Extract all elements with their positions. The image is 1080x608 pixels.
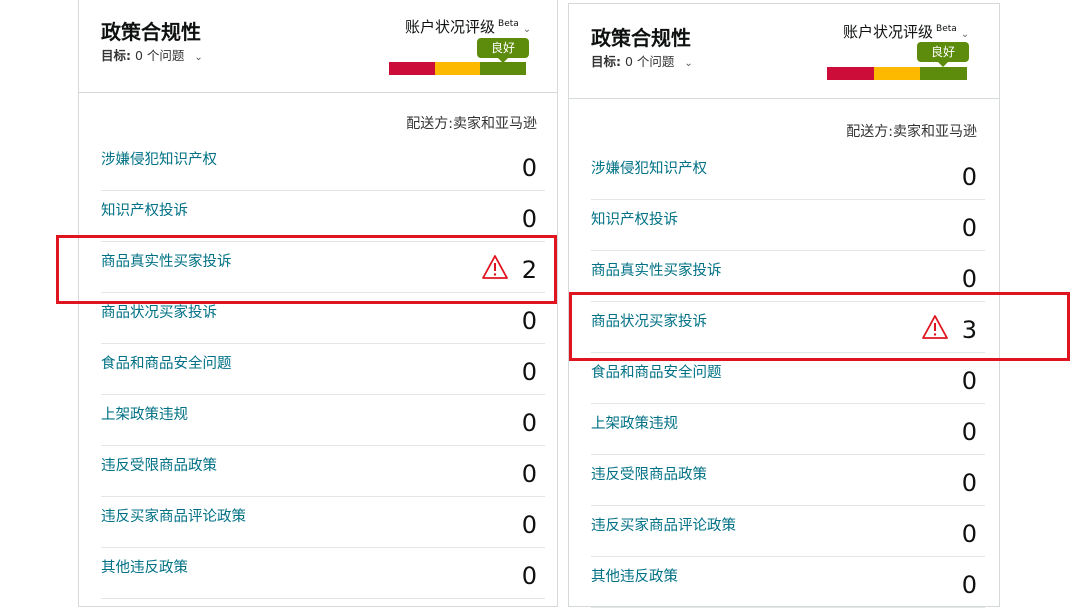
metric-count: 0: [521, 307, 537, 335]
metric-count: 0: [521, 409, 537, 437]
chevron-down-icon: ⌄: [194, 52, 203, 63]
metric-link[interactable]: 上架政策违规: [101, 403, 188, 424]
metric-count: 0: [961, 367, 977, 395]
header-divider: [79, 92, 557, 93]
rating-label: 账户状况评级: [405, 18, 496, 36]
metric-row: 涉嫌侵犯知识产权 0: [101, 140, 545, 191]
metric-link[interactable]: 违反买家商品评论政策: [101, 505, 246, 526]
metric-link[interactable]: 食品和商品安全问题: [591, 361, 722, 382]
metric-link[interactable]: 涉嫌侵犯知识产权: [101, 148, 217, 169]
metric-count: 0: [521, 511, 537, 539]
goal-value: 0 个问题: [134, 48, 185, 63]
metric-row: 其他违反政策 0: [591, 557, 985, 608]
metric-count: 0: [521, 460, 537, 488]
metric-link[interactable]: 知识产权投诉: [591, 208, 678, 229]
rating-bar-red: [389, 62, 435, 75]
metric-link[interactable]: 知识产权投诉: [101, 199, 188, 220]
beta-tag: Beta: [498, 19, 519, 29]
rating-bar-green: [920, 67, 968, 80]
goal-label: 目标:: [591, 54, 621, 69]
metric-row: 涉嫌侵犯知识产权 0: [591, 149, 985, 200]
rating-bar-yellow: [873, 67, 921, 80]
metric-row: 上架政策违规 0: [591, 404, 985, 455]
rating-bar-red: [827, 67, 874, 80]
rating-status-badge: 良好: [477, 38, 529, 63]
metric-row: 违反买家商品评论政策 0: [591, 506, 985, 557]
rating-bar: [827, 67, 968, 80]
fulfillment-label: 配送方:卖家和亚马逊: [406, 116, 537, 132]
metric-count: 0: [961, 571, 977, 599]
rating-bar-yellow: [434, 62, 481, 75]
metric-link[interactable]: 违反受限商品政策: [101, 454, 217, 475]
goal-dropdown[interactable]: 目标: 0 个问题 ⌄: [591, 51, 693, 70]
metric-link[interactable]: 上架政策违规: [591, 412, 678, 433]
metric-row: 违反受限商品政策 0: [101, 446, 545, 497]
metric-count: 0: [961, 163, 977, 191]
metric-count: 0: [961, 469, 977, 497]
metric-link[interactable]: 其他违反政策: [101, 556, 188, 577]
metric-row: 其他违反政策 0: [101, 548, 545, 599]
rating-bar-green: [480, 62, 527, 75]
goal-label: 目标:: [101, 48, 131, 63]
rating-status-badge: 良好: [917, 42, 969, 67]
metric-row: 上架政策违规 0: [101, 395, 545, 446]
metric-row: 违反买家商品评论政策 0: [101, 497, 545, 548]
metric-link[interactable]: 食品和商品安全问题: [101, 352, 232, 373]
metric-count: 0: [961, 520, 977, 548]
metric-link[interactable]: 违反受限商品政策: [591, 463, 707, 484]
metric-count: 0: [521, 205, 537, 233]
panel-title: 政策合规性: [101, 20, 201, 44]
chevron-down-icon: ⌄: [522, 24, 532, 35]
account-health-rating-dropdown[interactable]: 账户状况评级 Beta ⌄: [405, 16, 531, 37]
metric-link[interactable]: 商品真实性买家投诉: [591, 259, 722, 280]
annotation-highlight-box: [56, 235, 557, 304]
metric-count: 0: [961, 418, 977, 446]
beta-tag: Beta: [936, 24, 957, 34]
metric-count: 0: [521, 562, 537, 590]
fulfillment-label: 配送方:卖家和亚马逊: [846, 124, 977, 140]
rating-bar: [389, 62, 527, 75]
annotation-highlight-box: [569, 292, 1070, 361]
goal-dropdown[interactable]: 目标: 0 个问题 ⌄: [101, 45, 203, 64]
metric-row: 食品和商品安全问题 0: [101, 344, 545, 395]
account-health-rating-dropdown[interactable]: 账户状况评级 Beta ⌄: [843, 21, 969, 42]
header-divider: [569, 98, 999, 99]
metric-count: 0: [521, 358, 537, 386]
metric-count: 0: [961, 214, 977, 242]
metric-link[interactable]: 涉嫌侵犯知识产权: [591, 157, 707, 178]
metric-count: 0: [961, 265, 977, 293]
chevron-down-icon: ⌄: [960, 29, 970, 40]
metric-link[interactable]: 商品状况买家投诉: [101, 301, 217, 322]
metric-link[interactable]: 违反买家商品评论政策: [591, 514, 736, 535]
panel-title: 政策合规性: [591, 26, 691, 50]
metric-count: 0: [521, 154, 537, 182]
rating-label: 账户状况评级: [843, 23, 934, 41]
metric-row: 违反受限商品政策 0: [591, 455, 985, 506]
chevron-down-icon: ⌄: [684, 58, 693, 69]
metric-row: 知识产权投诉 0: [591, 200, 985, 251]
goal-value: 0 个问题: [624, 54, 675, 69]
metric-link[interactable]: 其他违反政策: [591, 565, 678, 586]
